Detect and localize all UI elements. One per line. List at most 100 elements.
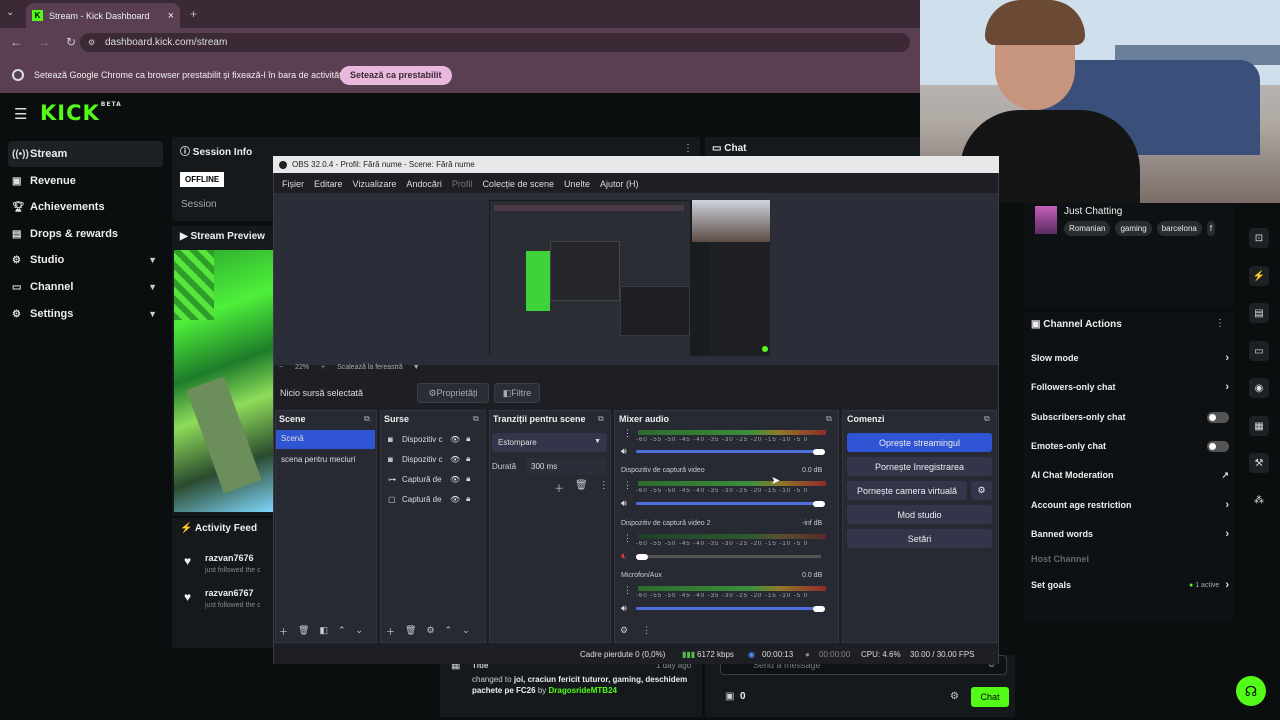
account-age-row[interactable]: Account age restriction › (1031, 495, 1229, 515)
emotes-only-toggle[interactable] (1207, 440, 1229, 452)
broadcast-icon[interactable]: ◉ (1249, 378, 1269, 398)
add-icon[interactable]: ＋ (279, 625, 288, 638)
trash-icon[interactable]: 🗑︎ (298, 625, 309, 638)
sidebar-item-studio[interactable]: ⚙ Studio ▼ (8, 247, 163, 273)
zoom-in-icon[interactable]: + (321, 364, 325, 371)
speaker-icon[interactable]: 🔊︎ (621, 498, 627, 509)
banned-words-row[interactable]: Banned words › (1031, 524, 1229, 544)
browser-tab[interactable]: K Stream - Kick Dashboard × (26, 3, 180, 28)
more-icon[interactable]: ⋮ (683, 143, 693, 154)
site-info-icon[interactable]: ⚙ (88, 38, 95, 47)
settings-button[interactable]: Setări (847, 529, 992, 548)
address-bar[interactable]: dashboard.kick.com/stream (80, 33, 910, 52)
more-icon[interactable]: ⋮ (623, 428, 632, 439)
support-icon[interactable]: ☊ (1236, 676, 1266, 706)
sidebar-item-settings[interactable]: ⚙ Settings ▼ (8, 301, 163, 327)
arrow-up-icon[interactable]: ⌃ (338, 625, 346, 638)
volume-slider[interactable] (636, 607, 821, 610)
set-goals-row[interactable]: Set goals ● 1 active › (1031, 575, 1229, 595)
stop-streaming-button[interactable]: Oprește streamingul (847, 433, 992, 452)
trash-icon[interactable]: 🗑︎ (575, 480, 588, 495)
more-icon[interactable]: ⋮ (599, 480, 609, 495)
volume-knob[interactable] (813, 501, 825, 507)
gear-icon[interactable]: ⚙ (426, 625, 434, 638)
sidebar-item-drops[interactable]: ▤ Drops & rewards (8, 221, 163, 247)
add-icon[interactable]: ＋ (554, 480, 564, 495)
volume-knob[interactable] (813, 449, 825, 455)
arrow-down-icon[interactable]: ⌄ (462, 625, 470, 638)
menu-icon[interactable]: ☰ (14, 105, 27, 123)
trash-icon[interactable]: 🗑︎ (405, 625, 416, 638)
speaker-icon[interactable]: 🔊︎ (621, 446, 627, 457)
nodes-icon[interactable]: ⁂ (1249, 490, 1269, 510)
dock-menu-icon[interactable]: ⧉ (826, 414, 832, 424)
slow-mode-row[interactable]: Slow mode › (1031, 348, 1229, 368)
scale-to-window[interactable]: Scalează la fereastră (337, 364, 403, 371)
virtual-camera-settings-icon[interactable]: ⚙ (971, 481, 992, 500)
lightning-icon[interactable]: ⚡ (1249, 266, 1269, 286)
scene-item[interactable]: Scenă (276, 430, 375, 449)
sidebar-item-revenue[interactable]: ▣ Revenue (8, 168, 163, 194)
sidebar-item-achievements[interactable]: 🏆︎ Achievements (8, 194, 163, 220)
forward-icon[interactable]: → (38, 35, 56, 49)
dock-menu-icon[interactable]: ⧉ (984, 414, 990, 424)
studio-mode-button[interactable]: Mod studio (847, 505, 992, 524)
source-item[interactable]: ▢ Captură de 👁︎ 🔒︎ (388, 494, 470, 504)
sidebar-item-stream[interactable]: ((•)) Stream (8, 141, 163, 167)
dock-menu-icon[interactable]: ⧉ (473, 414, 479, 424)
duration-input[interactable]: 300 ms (526, 458, 606, 475)
lock-icon[interactable]: 🔒︎ (466, 494, 470, 504)
menu-view[interactable]: Vizualizare (353, 179, 397, 189)
speaker-icon[interactable]: 🔊︎ (621, 603, 627, 614)
eye-icon[interactable]: 👁︎ (450, 495, 460, 504)
tag[interactable]: f (1206, 221, 1216, 236)
volume-slider[interactable] (636, 555, 821, 558)
speaker-muted-icon[interactable]: 🔇︎ (621, 551, 627, 562)
properties-button[interactable]: ⚙ Proprietăți (417, 383, 489, 403)
clipboard-icon[interactable]: ▤ (1249, 303, 1269, 323)
scene-item[interactable]: scena pentru meciuri (281, 455, 355, 464)
more-icon[interactable]: ⋮ (623, 480, 632, 491)
arrow-up-icon[interactable]: ⌃ (445, 625, 453, 638)
start-virtual-camera-button[interactable]: Pornește camera virtuală (847, 481, 967, 500)
close-tab-icon[interactable]: × (168, 10, 174, 22)
filters-button[interactable]: ◧ Filtre (494, 383, 540, 403)
more-icon[interactable]: ⋮ (623, 585, 632, 596)
menu-tools[interactable]: Unelte (564, 179, 590, 189)
kick-logo[interactable]: KICKBETA (40, 101, 122, 125)
menu-scene-collection[interactable]: Colecție de scene (482, 179, 554, 189)
more-icon[interactable]: ⋮ (642, 625, 651, 636)
new-tab-icon[interactable]: + (190, 7, 197, 21)
filter-icon[interactable]: ◧ (319, 625, 328, 638)
chat-send-button[interactable]: Chat (971, 687, 1009, 707)
eye-icon[interactable]: 👁︎ (450, 475, 460, 484)
chat-bubble-icon[interactable]: ▭ (1249, 341, 1269, 361)
source-item[interactable]: ⊶ Captură de 👁︎ 🔒︎ (388, 474, 470, 484)
lock-icon[interactable]: 🔒︎ (466, 474, 470, 484)
menu-help[interactable]: Ajutor (H) (600, 179, 639, 189)
volume-knob[interactable] (636, 554, 648, 560)
back-icon[interactable]: ← (10, 35, 28, 49)
menu-profile[interactable]: Profil (452, 179, 473, 189)
arrow-down-icon[interactable]: ⌄ (356, 625, 364, 638)
feed-user[interactable]: razvan6767 (205, 588, 254, 598)
volume-knob[interactable] (813, 606, 825, 612)
volume-slider[interactable] (636, 502, 821, 505)
source-item[interactable]: ◙ Dispozitiv c 👁︎ 🔒︎ (388, 434, 470, 444)
ai-moderation-row[interactable]: AI Chat Moderation ↗ (1031, 465, 1229, 485)
sidebar-item-channel[interactable]: ▭ Channel ▼ (8, 274, 163, 300)
feed-user[interactable]: razvan7676 (205, 553, 254, 563)
tag[interactable]: gaming (1115, 221, 1152, 236)
set-default-button[interactable]: Setează ca prestabilit (340, 66, 452, 85)
dock-menu-icon[interactable]: ⧉ (364, 414, 370, 424)
focus-icon[interactable]: ⊡ (1249, 228, 1269, 248)
tag[interactable]: Romanian (1064, 221, 1111, 236)
more-icon[interactable]: ⋮ (623, 533, 632, 544)
tag[interactable]: barcelona (1156, 221, 1202, 236)
start-recording-button[interactable]: Pornește înregistrarea (847, 457, 992, 476)
calendar-icon[interactable]: ▦ (1249, 416, 1269, 436)
lock-icon[interactable]: 🔒︎ (466, 434, 470, 444)
menu-edit[interactable]: Editare (314, 179, 343, 189)
add-icon[interactable]: ＋ (386, 625, 395, 638)
wrench-icon[interactable]: ⚒ (1249, 453, 1269, 473)
